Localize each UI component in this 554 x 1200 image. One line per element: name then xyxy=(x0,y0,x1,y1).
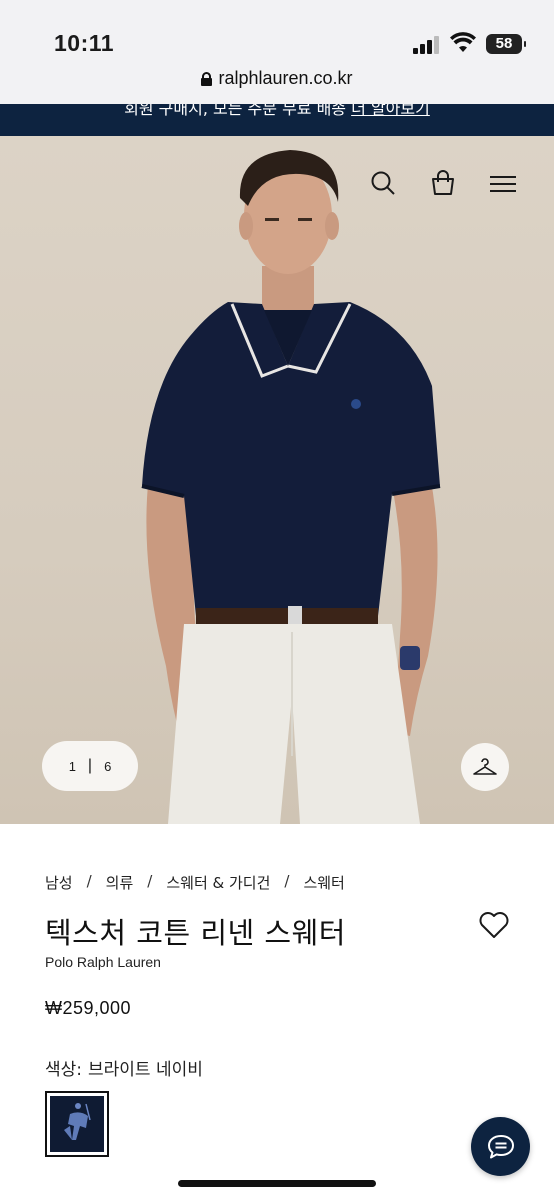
search-icon xyxy=(371,171,395,195)
color-swatch-bright-navy[interactable] xyxy=(45,1091,109,1157)
hamburger-menu-button[interactable] xyxy=(482,166,522,202)
lock-icon xyxy=(201,71,213,86)
gallery-separator: | xyxy=(87,757,93,774)
wifi-icon xyxy=(450,32,476,52)
color-selection-label: 색상: 브라이트 네이비 xyxy=(45,1055,203,1080)
breadcrumb-separator: / xyxy=(147,872,153,890)
shopping-bag-button[interactable] xyxy=(423,166,463,202)
chat-icon xyxy=(487,1134,514,1158)
breadcrumb-item-men[interactable]: 남성 xyxy=(45,872,73,893)
chat-button[interactable] xyxy=(471,1117,530,1176)
product-price: ₩259,000 xyxy=(45,998,132,1018)
breadcrumb-item-sweaters[interactable]: 스웨터 xyxy=(303,872,344,893)
product-model-image xyxy=(141,150,441,824)
product-brand: Polo Ralph Lauren xyxy=(45,954,161,970)
breadcrumb-item-sweaters-cardigans[interactable]: 스웨터 & 가디건 xyxy=(166,872,270,893)
promo-banner: 회원 구매시, 모든 주문 무료 배송 더 알아보기 xyxy=(0,104,554,136)
breadcrumb: 남성 / 의류 / 스웨터 & 가디건 / 스웨터 xyxy=(45,872,345,893)
shopping-bag-icon xyxy=(432,169,454,195)
pony-logo-icon xyxy=(64,1103,91,1140)
status-bar: 10:11 58 xyxy=(0,0,554,62)
breadcrumb-separator: / xyxy=(86,872,92,890)
heart-icon xyxy=(479,912,509,938)
size-guide-button[interactable] xyxy=(461,743,509,791)
wishlist-button[interactable] xyxy=(478,910,510,940)
hanger-icon xyxy=(473,758,497,775)
battery-indicator: 58 xyxy=(486,34,526,54)
cellular-signal-icon xyxy=(413,36,441,54)
breadcrumb-separator: / xyxy=(284,872,290,890)
status-time: 10:11 xyxy=(54,30,115,56)
gallery-pager: 1 | 6 xyxy=(42,741,138,791)
gallery-total: 6 xyxy=(104,758,112,774)
product-image-gallery[interactable]: 1 | 6 xyxy=(0,136,554,824)
gallery-current-index: 1 xyxy=(68,758,76,774)
promo-text: 회원 구매시, 모든 주문 무료 배송 xyxy=(124,104,347,118)
breadcrumb-item-clothing[interactable]: 의류 xyxy=(106,872,134,893)
hamburger-menu-icon xyxy=(490,176,516,178)
browser-url-bar[interactable]: ralphlauren.co.kr xyxy=(0,62,554,104)
url-text[interactable]: ralphlauren.co.kr xyxy=(218,68,352,89)
home-indicator xyxy=(178,1180,376,1187)
color-value: 브라이트 네이비 xyxy=(88,1060,203,1080)
product-title: 텍스처 코튼 리넨 스웨터 xyxy=(45,916,346,950)
promo-learn-more-link[interactable]: 더 알아보기 xyxy=(351,104,430,118)
search-button[interactable] xyxy=(363,166,403,202)
color-label: 색상: xyxy=(45,1060,83,1080)
